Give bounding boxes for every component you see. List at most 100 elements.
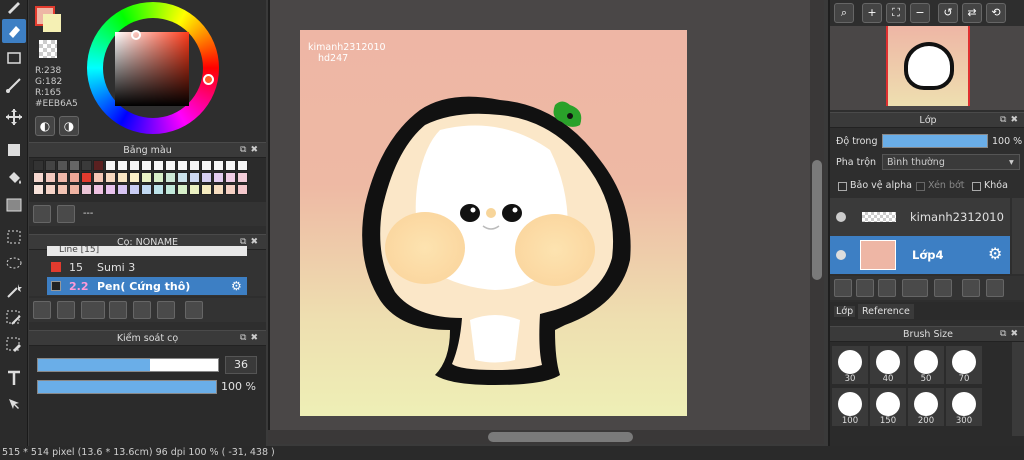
- palette-swatch[interactable]: [69, 160, 80, 171]
- palette-swatch[interactable]: [45, 172, 56, 183]
- palette-swatch[interactable]: [213, 184, 224, 195]
- brush-size-slider[interactable]: [37, 358, 219, 372]
- palette-swatch[interactable]: [129, 184, 140, 195]
- eraser-tool-icon[interactable]: [2, 19, 26, 43]
- gear-icon[interactable]: ⚙: [988, 244, 1002, 263]
- rectangle-tool-icon[interactable]: [2, 46, 26, 70]
- layer-row[interactable]: kimanh2312010: [830, 198, 1010, 236]
- zoom-fit-icon[interactable]: ⌕: [834, 3, 854, 23]
- secondary-color-swatch[interactable]: [43, 14, 61, 32]
- palette-swatch[interactable]: [81, 172, 92, 183]
- tab-reference[interactable]: Reference: [858, 304, 914, 319]
- clipping-checkbox[interactable]: [916, 182, 925, 191]
- palette-swatch[interactable]: [45, 184, 56, 195]
- hue-wheel[interactable]: [87, 2, 219, 134]
- panel-controls-icon[interactable]: ⧉✖: [240, 331, 262, 346]
- brush-item[interactable]: 15 Sumi 3: [47, 258, 247, 276]
- blend-mode-select[interactable]: Bình thường ▾: [882, 154, 1020, 170]
- brush-item-selected[interactable]: 2.2 Pen( Cứng thô) ⚙: [47, 277, 247, 295]
- palette-swatch[interactable]: [33, 172, 44, 183]
- palette-swatch[interactable]: [201, 160, 212, 171]
- palette-swatch[interactable]: [45, 160, 56, 171]
- palette-swatch[interactable]: [165, 160, 176, 171]
- hue-handle[interactable]: [203, 74, 214, 85]
- brush-duplicate-icon[interactable]: [157, 301, 175, 319]
- palette-swatch[interactable]: [141, 172, 152, 183]
- brush-size-option[interactable]: 150: [870, 388, 906, 426]
- transparent-color-swatch[interactable]: [39, 40, 57, 58]
- palette-swatch[interactable]: [177, 160, 188, 171]
- canvas-vertical-scrollbar[interactable]: [810, 0, 824, 430]
- palette-swatch[interactable]: [57, 184, 68, 195]
- brush-opacity-slider[interactable]: [37, 380, 217, 394]
- palette-swatch[interactable]: [225, 172, 236, 183]
- gradient-tool-icon[interactable]: [2, 193, 26, 217]
- magic-wand-tool-icon[interactable]: [2, 279, 26, 303]
- move-tool-icon[interactable]: [2, 105, 26, 129]
- palette-swatch[interactable]: [57, 160, 68, 171]
- palette-swatch[interactable]: [93, 160, 104, 171]
- brush-size-scrollbar[interactable]: [1012, 342, 1024, 436]
- bucket-tool-icon[interactable]: [2, 166, 26, 190]
- palette-swatch[interactable]: [117, 184, 128, 195]
- layer-row-selected[interactable]: Lớp4 ⚙: [830, 236, 1010, 274]
- palette-swatch[interactable]: [93, 172, 104, 183]
- palette-swatch[interactable]: [141, 184, 152, 195]
- color-settings-icon[interactable]: ◑: [59, 116, 79, 136]
- select-eraser-tool-icon[interactable]: [2, 333, 26, 357]
- palette-swatch[interactable]: [225, 184, 236, 195]
- tab-layer[interactable]: Lớp: [834, 306, 856, 317]
- panel-controls-icon[interactable]: ⧉✖: [1000, 327, 1022, 342]
- brush-size-option[interactable]: 300: [946, 388, 982, 426]
- palette-swatch[interactable]: [33, 184, 44, 195]
- palette-swatch[interactable]: [237, 184, 248, 195]
- brush-size-value[interactable]: 36: [225, 356, 257, 374]
- artboard[interactable]: kimanh2312010 hd247: [300, 30, 687, 416]
- panel-controls-icon[interactable]: ⧉✖: [1000, 113, 1022, 128]
- palette-icon[interactable]: ◐: [35, 116, 55, 136]
- rotate-left-icon[interactable]: ↺: [938, 3, 958, 23]
- palette-swatch[interactable]: [177, 184, 188, 195]
- brush-size-option[interactable]: 30: [832, 346, 868, 384]
- palette-swatch[interactable]: [201, 172, 212, 183]
- palette-swatch[interactable]: [81, 184, 92, 195]
- saturation-value-square[interactable]: [115, 32, 189, 106]
- palette-swatch[interactable]: [213, 160, 224, 171]
- zoom-in-icon[interactable]: +: [862, 3, 882, 23]
- canvas-thumbnail[interactable]: [886, 26, 970, 106]
- palette-swatch[interactable]: [165, 184, 176, 195]
- palette-swatch[interactable]: [237, 160, 248, 171]
- canvas-viewport[interactable]: kimanh2312010 hd247: [268, 0, 824, 430]
- navigator-preview[interactable]: [830, 26, 1024, 110]
- lock-checkbox[interactable]: [972, 182, 981, 191]
- brush-size-option[interactable]: 40: [870, 346, 906, 384]
- brush-size-option[interactable]: 70: [946, 346, 982, 384]
- brush-size-option[interactable]: 100: [832, 388, 868, 426]
- brush-size-option[interactable]: 50: [908, 346, 944, 384]
- palette-swatch[interactable]: [213, 172, 224, 183]
- brush-delete-icon[interactable]: [185, 301, 203, 319]
- palette-swatch[interactable]: [93, 184, 104, 195]
- visibility-eye-icon[interactable]: [836, 250, 846, 260]
- palette-swatch[interactable]: [201, 184, 212, 195]
- select-pen-tool-icon[interactable]: [2, 306, 26, 330]
- new-layer-icon[interactable]: [834, 279, 852, 297]
- layer-duplicate-icon[interactable]: [962, 279, 980, 297]
- panel-controls-icon[interactable]: ⧉✖: [240, 143, 262, 158]
- palette-swatch-grid[interactable]: [29, 158, 266, 202]
- flip-icon[interactable]: ⇄: [962, 3, 982, 23]
- layer-folder-icon[interactable]: [934, 279, 952, 297]
- palette-swatch[interactable]: [165, 172, 176, 183]
- palette-swatch[interactable]: [177, 172, 188, 183]
- vertical-scroll-thumb[interactable]: [812, 160, 822, 280]
- palette-swatch[interactable]: [129, 172, 140, 183]
- fill-rect-tool-icon[interactable]: [2, 138, 26, 162]
- brush-copy-icon[interactable]: [81, 301, 105, 319]
- layer-merge-icon[interactable]: [986, 279, 1004, 297]
- palette-swatch[interactable]: [189, 172, 200, 183]
- reset-view-icon[interactable]: ⟲: [986, 3, 1006, 23]
- palette-swatch[interactable]: [33, 160, 44, 171]
- brush-new-icon[interactable]: [57, 301, 75, 319]
- text-tool-icon[interactable]: [2, 366, 26, 390]
- layer-list-scrollbar[interactable]: [1012, 198, 1024, 274]
